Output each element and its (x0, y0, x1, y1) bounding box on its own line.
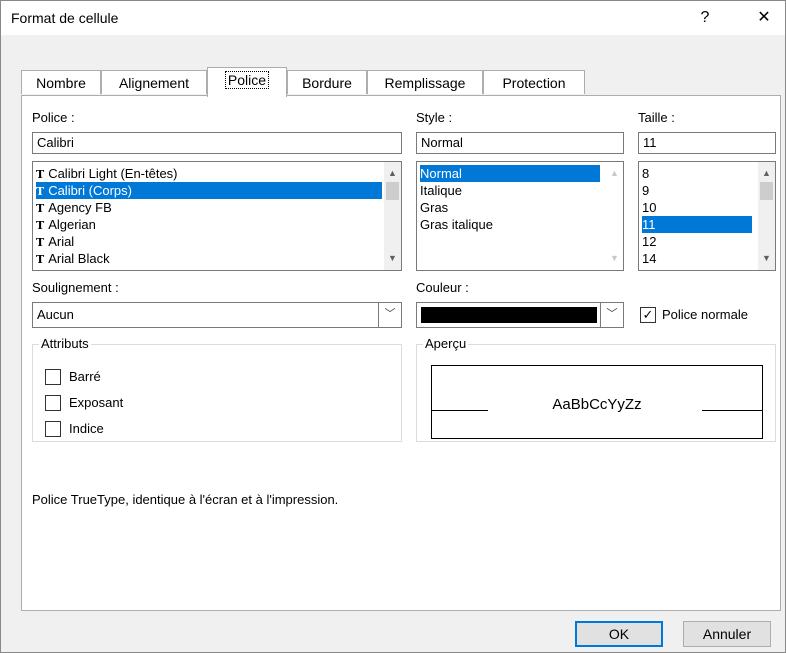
color-dropdown[interactable]: ﹀ (416, 302, 624, 328)
tab-alignement[interactable]: Alignement (101, 70, 207, 94)
size-list-item[interactable]: 10 (642, 199, 656, 216)
style-listbox[interactable]: Normal Italique Gras Gras italique ▲ ▼ (416, 161, 624, 271)
scroll-down-icon[interactable]: ▼ (384, 250, 401, 267)
superscript-label: Exposant (69, 395, 124, 410)
style-list-scrollbar: ▲ ▼ (606, 162, 623, 270)
chevron-down-icon[interactable]: ﹀ (600, 303, 623, 327)
font-item-label: Calibri (Corps) (48, 183, 132, 198)
truetype-icon: T (36, 185, 45, 198)
attributes-group: Attributs Barré Exposant Indice (32, 336, 402, 442)
font-list-scrollbar[interactable]: ▲ ▼ (384, 162, 401, 270)
color-label: Couleur : (416, 280, 469, 295)
font-item-label: Algerian (48, 217, 96, 232)
font-list-item-selected[interactable]: T Calibri (Corps) (36, 182, 382, 199)
preview-baseline-right (702, 410, 762, 411)
font-list-item[interactable]: T Algerian (36, 216, 96, 233)
style-list-item-selected[interactable]: Normal (420, 165, 600, 182)
size-list-item[interactable]: 8 (642, 165, 649, 182)
underline-label: Soulignement : (32, 280, 119, 295)
format-cells-dialog: Format de cellule ? ✕ Nombre Alignement … (0, 0, 786, 653)
chevron-down-icon[interactable]: ﹀ (378, 303, 401, 327)
font-description: Police TrueType, identique à l'écran et … (32, 492, 339, 507)
tab-police-label: Police (224, 71, 270, 89)
preview-group: Aperçu AaBbCcYyZz (416, 336, 776, 442)
dialog-title: Format de cellule (11, 10, 119, 26)
scroll-down-icon: ▼ (610, 253, 619, 263)
font-list-item[interactable]: T Agency FB (36, 199, 112, 216)
font-name-field[interactable]: Calibri (32, 132, 402, 154)
tab-nombre[interactable]: Nombre (21, 70, 101, 94)
tab-protection[interactable]: Protection (483, 70, 585, 94)
truetype-icon: T (36, 202, 45, 215)
size-list-item[interactable]: 9 (642, 182, 649, 199)
preview-box: AaBbCcYyZz (431, 365, 763, 439)
size-list-scrollbar[interactable]: ▲ ▼ (758, 162, 775, 270)
scroll-down-icon[interactable]: ▼ (758, 250, 775, 267)
size-list-item-selected[interactable]: 11 (642, 216, 752, 233)
truetype-icon: T (36, 236, 45, 249)
font-list-item[interactable]: T Arial Black (36, 250, 110, 267)
tab-remplissage[interactable]: Remplissage (367, 70, 483, 94)
font-label: Police : (32, 110, 75, 125)
preview-title: Aperçu (423, 336, 469, 351)
strikethrough-label: Barré (69, 369, 101, 384)
title-bar: Format de cellule ? ✕ (1, 1, 785, 35)
color-swatch (421, 307, 597, 323)
cancel-button[interactable]: Annuler (683, 621, 771, 647)
tab-police[interactable]: Police (207, 67, 287, 97)
normal-font-label: Police normale (662, 307, 748, 322)
style-label: Style : (416, 110, 453, 125)
size-list-item[interactable]: 12 (642, 233, 656, 250)
subscript-label: Indice (69, 421, 104, 436)
ok-button[interactable]: OK (575, 621, 663, 647)
truetype-icon: T (36, 219, 45, 232)
scroll-up-icon[interactable]: ▲ (384, 165, 401, 182)
style-list-item[interactable]: Gras (420, 199, 448, 216)
style-field[interactable]: Normal (416, 132, 624, 154)
font-item-label: Arial Black (48, 251, 110, 266)
attributes-title: Attributs (39, 336, 91, 351)
font-item-label: Agency FB (48, 200, 112, 215)
subscript-checkbox[interactable] (45, 421, 61, 437)
size-field[interactable]: 11 (638, 132, 776, 154)
font-list-item[interactable]: T Calibri Light (En-têtes) (36, 165, 178, 182)
font-tab-panel: Police : Calibri T Calibri Light (En-tête… (21, 95, 781, 611)
normal-font-checkbox[interactable]: ✓ (640, 307, 656, 323)
style-list-item[interactable]: Gras italique (420, 216, 493, 233)
superscript-checkbox[interactable] (45, 395, 61, 411)
font-item-label: Calibri Light (En-têtes) (48, 166, 178, 181)
size-list-item[interactable]: 14 (642, 250, 656, 267)
underline-value: Aucun (37, 307, 74, 322)
size-label: Taille : (638, 110, 675, 125)
scroll-thumb[interactable] (386, 182, 399, 200)
tab-bordure[interactable]: Bordure (287, 70, 367, 94)
close-button[interactable]: ✕ (746, 5, 782, 31)
font-list-item[interactable]: T Arial (36, 233, 74, 250)
font-item-label: Arial (48, 234, 75, 249)
truetype-icon: T (36, 168, 45, 181)
underline-dropdown[interactable]: Aucun ﹀ (32, 302, 402, 328)
strikethrough-checkbox[interactable] (45, 369, 61, 385)
help-button[interactable]: ? (687, 5, 723, 31)
scroll-up-icon[interactable]: ▲ (758, 165, 775, 182)
size-listbox[interactable]: 8 9 10 11 12 14 ▲ ▼ (638, 161, 776, 271)
scroll-up-icon: ▲ (610, 168, 619, 178)
truetype-icon: T (36, 253, 45, 266)
scroll-thumb[interactable] (760, 182, 773, 200)
style-list-item[interactable]: Italique (420, 182, 462, 199)
font-listbox[interactable]: T Calibri Light (En-têtes) T Calibri (Corp… (32, 161, 402, 271)
